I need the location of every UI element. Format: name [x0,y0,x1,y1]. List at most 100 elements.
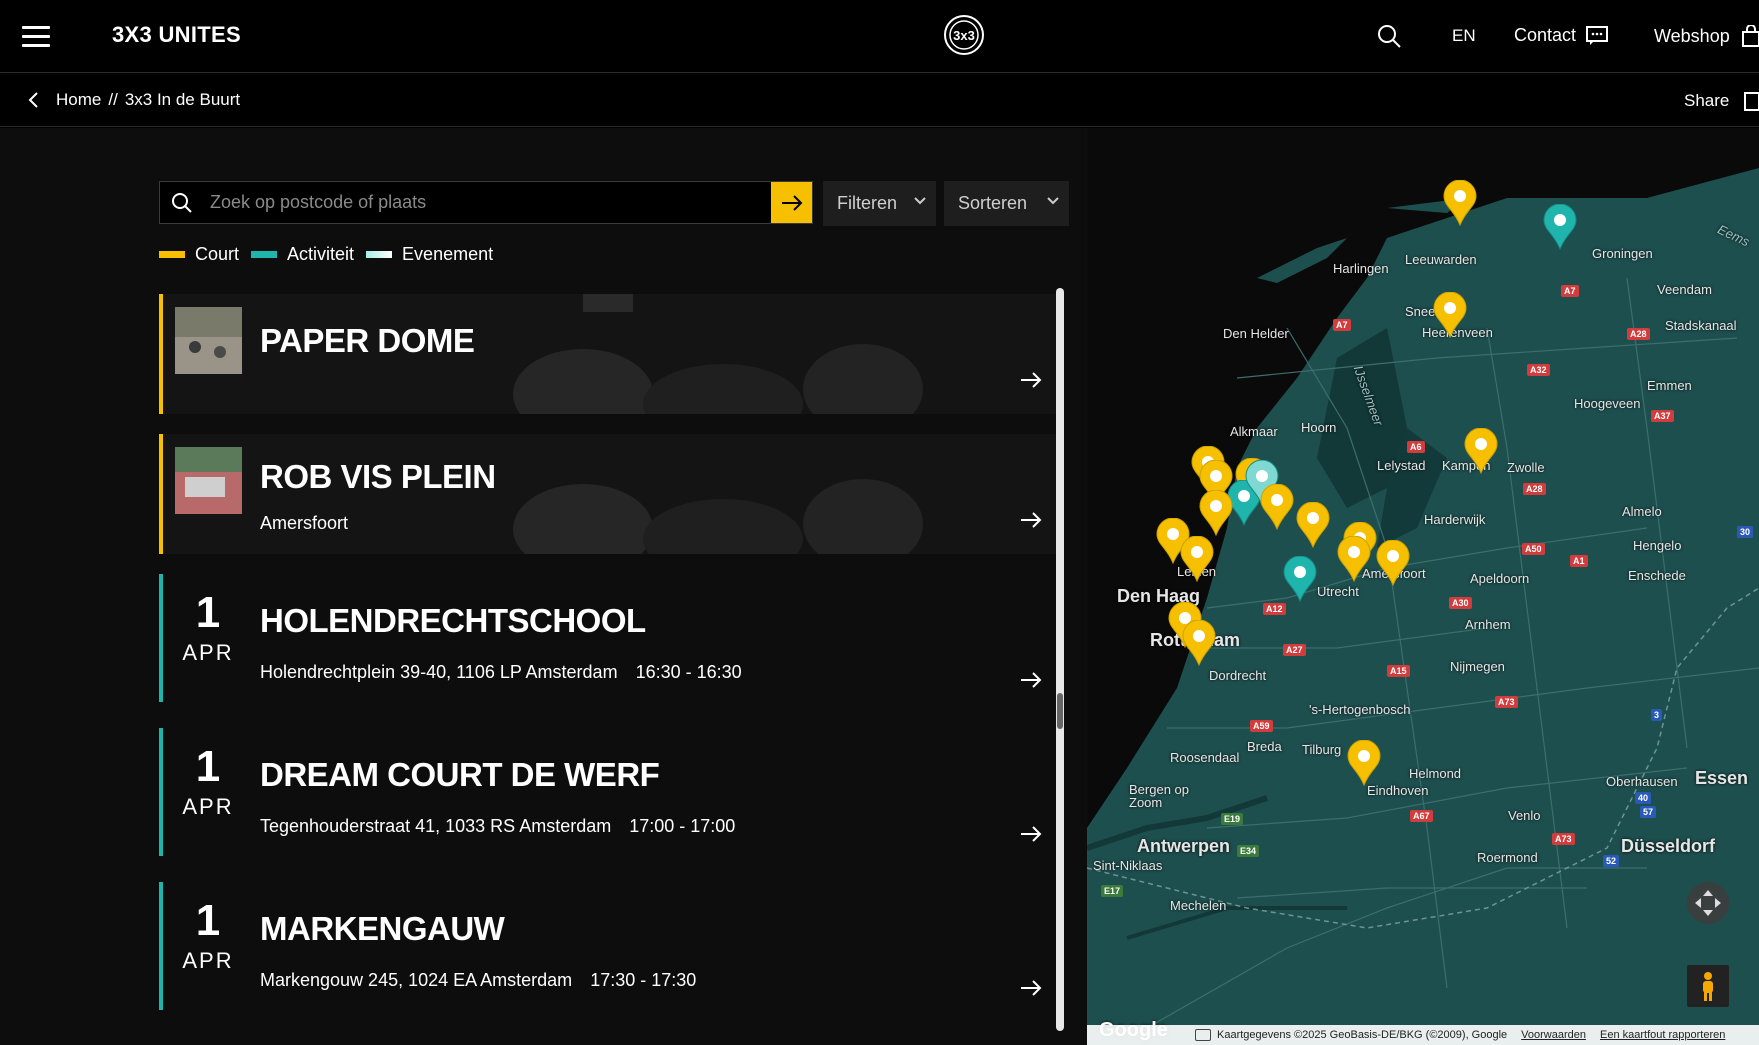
search-input[interactable] [204,182,771,223]
map-pin-activity[interactable] [1543,204,1577,250]
brand-name[interactable]: 3X3 UNITES [112,22,241,48]
results-panel: Filteren Sorteren Court Activiteit Evene… [0,128,1087,1045]
map-label: Stadskanaal [1665,318,1737,333]
chevron-down-icon [1047,197,1059,205]
filter-label: Filteren [837,193,898,213]
map-pin-court[interactable] [1180,536,1214,582]
map-terms-link[interactable]: Voorwaarden [1521,1029,1586,1041]
top-navbar: 3X3 UNITES 3x3 EN Contact Webshop [0,0,1759,73]
event-details: Tegenhouderstraat 41, 1033 RS Amsterdam … [260,816,735,837]
chat-icon [1586,25,1609,45]
map-pin-court[interactable] [1433,292,1467,338]
list-scrollbar-thumb[interactable] [1057,693,1063,729]
chevron-down-icon [914,197,926,205]
list-scrollbar[interactable] [1056,288,1064,1031]
webshop-link[interactable]: Webshop [1654,25,1759,47]
share-icon [1744,92,1759,111]
search-icon [160,182,204,223]
event-details: Holendrechtplein 39-40, 1106 LP Amsterda… [260,662,742,683]
court-card[interactable]: ROB VIS PLEIN Amersfoort [159,434,1058,554]
sort-dropdown[interactable]: Sorteren [944,181,1069,226]
road-shield: 3 [1651,709,1663,721]
event-card[interactable]: 1 APR MARKENGAUW Markengouw 245, 1024 EA… [159,882,1058,1010]
search-icon[interactable] [1376,23,1402,49]
event-month: APR [182,794,234,819]
map-label: Zwolle [1507,460,1545,475]
breadcrumb-separator: // [108,90,118,109]
chevron-left-icon[interactable] [26,90,42,110]
road-shield: A73 [1552,833,1575,845]
map-label: Almelo [1622,504,1662,519]
event-title: DREAM COURT DE WERF [260,756,660,793]
road-shield: A7 [1561,285,1579,297]
street-view-pegman[interactable] [1687,965,1729,1007]
arrow-right-icon [1021,512,1042,528]
map-report-link[interactable]: Een kaartfout rapporteren [1600,1029,1725,1041]
map-label: Roermond [1477,850,1538,865]
map-label: Groningen [1592,246,1653,261]
event-card[interactable]: 1 APR DREAM COURT DE WERF Tegenhouderstr… [159,728,1058,856]
keyboard-icon[interactable] [1195,1029,1211,1041]
breadcrumb-current[interactable]: 3x3 In de Buurt [125,90,240,110]
filter-dropdown[interactable]: Filteren [823,181,936,226]
map-pin-court[interactable] [1182,620,1216,666]
map-label: Sint-Niklaas [1093,858,1163,873]
map-label: Harlingen [1333,261,1389,276]
legend: Court Activiteit Evenement [159,244,505,265]
breadcrumb-bar: Home // 3x3 In de Buurt Share [0,74,1759,127]
breadcrumb-home[interactable]: Home [56,90,101,110]
map-pin-activity[interactable] [1283,556,1317,602]
language-switch[interactable]: EN [1452,26,1476,46]
court-thumbnail [175,307,242,374]
contact-link[interactable]: Contact [1514,25,1609,46]
search-submit-button[interactable] [771,182,812,223]
map-pin-court[interactable] [1376,540,1410,586]
map-pin-court[interactable] [1199,490,1233,536]
event-address: Tegenhouderstraat 41, 1033 RS Amsterdam [260,816,612,836]
event-month: APR [182,640,234,665]
map[interactable]: Leeuwarden Harlingen Sneek Heerenveen De… [1087,128,1759,1045]
road-shield: A59 [1250,720,1273,732]
event-day: 1 [195,588,221,637]
road-shield: 40 [1635,792,1652,804]
event-title: MARKENGAUW [260,910,505,947]
map-label: Mechelen [1170,898,1227,913]
event-card[interactable]: 1 APR HOLENDRECHTSCHOOL Holendrechtplein… [159,574,1058,702]
map-pin-court[interactable] [1464,428,1498,474]
map-attribution: Kaartgegevens ©2025 GeoBasis-DE/BKG (©20… [1087,1025,1759,1045]
event-day: 1 [195,742,221,791]
arrow-right-icon [781,194,802,211]
map-label: Harderwijk [1424,512,1486,527]
road-shield: A50 [1522,543,1545,555]
map-label: Essen [1695,768,1749,788]
webshop-label: Webshop [1654,25,1730,46]
court-card-background: ROB VIS PLEIN Amersfoort [159,434,1058,554]
event-details: Markengouw 245, 1024 EA Amsterdam 17:30 … [260,970,696,991]
menu-icon[interactable] [22,26,50,48]
map-pin-court[interactable] [1260,484,1294,530]
pegman-icon [1703,972,1713,1001]
road-shield: A30 [1449,597,1472,609]
court-title: PAPER DOME [260,322,475,359]
road-shield: E34 [1237,845,1260,857]
map-pin-court[interactable] [1337,536,1371,582]
share-button[interactable]: Share [1684,90,1759,112]
event-month: APR [182,948,234,973]
map-label: Oberhausen [1606,774,1678,789]
map-pin-court[interactable] [1443,180,1477,226]
logo-icon[interactable]: 3x3 [942,13,986,57]
court-card[interactable]: PAPER DOME [159,294,1058,414]
event-time: 16:30 - 16:30 [635,662,742,682]
map-pin-court[interactable] [1296,502,1330,548]
legend-swatch-court [159,251,185,258]
road-shield: A7 [1333,319,1351,331]
map-pan-control[interactable] [1687,882,1729,924]
road-shield: 52 [1603,855,1620,867]
shopping-bag-icon [1741,25,1759,47]
road-shield: A67 [1410,810,1433,822]
map-label: Leeuwarden [1405,252,1477,267]
map-pin-court[interactable] [1347,740,1381,786]
court-thumbnail [175,447,242,514]
road-shield: E19 [1221,813,1244,825]
arrow-right-icon [1021,826,1042,842]
